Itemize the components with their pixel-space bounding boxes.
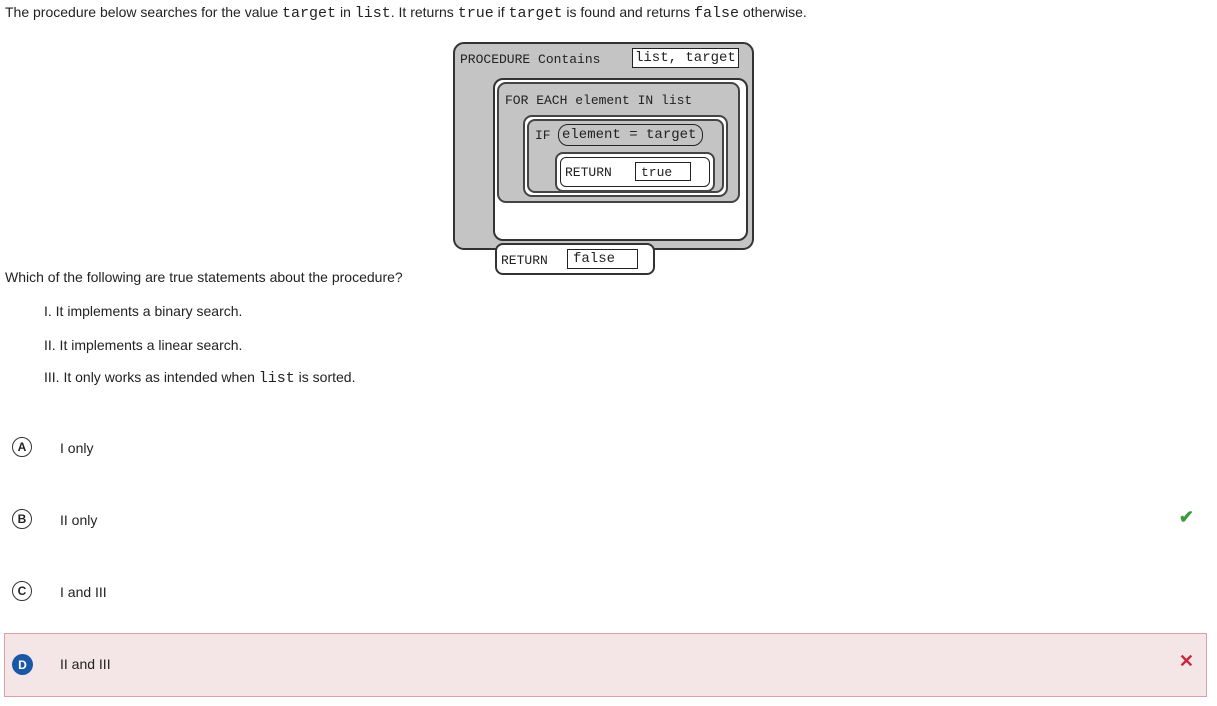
code-list: list bbox=[354, 5, 391, 22]
option-d[interactable]: D II and III ✕ bbox=[4, 633, 1207, 697]
for-each-block: FOR EACH element IN list IF element = ta… bbox=[497, 82, 740, 203]
incorrect-x-icon: ✕ bbox=[1178, 651, 1194, 671]
return-false-block: RETURN false bbox=[495, 243, 655, 275]
option-letter-badge: C bbox=[12, 581, 32, 601]
statement-text: III. It only works as intended when bbox=[44, 369, 259, 385]
question-prompt: Which of the following are true statemen… bbox=[5, 269, 403, 285]
option-text: II and III bbox=[60, 656, 111, 672]
for-body: IF element = target RETURN true bbox=[523, 115, 728, 197]
option-b[interactable]: B II only ✔ bbox=[4, 489, 1207, 553]
option-letter-badge: A bbox=[12, 437, 32, 457]
return-true-value: true bbox=[635, 162, 691, 181]
code-target: target bbox=[282, 5, 337, 22]
for-each-label: FOR EACH element IN list bbox=[505, 93, 693, 108]
intro-text: if bbox=[493, 4, 509, 20]
option-letter-badge: D bbox=[12, 654, 33, 675]
if-keyword: IF bbox=[535, 128, 551, 143]
return-true-block: RETURN true bbox=[560, 157, 710, 187]
intro-text: is found and returns bbox=[562, 4, 695, 20]
if-condition: element = target bbox=[558, 124, 704, 146]
procedure-body: FOR EACH element IN list IF element = ta… bbox=[493, 78, 748, 275]
option-text: I and III bbox=[60, 584, 107, 600]
intro-text: . It returns bbox=[390, 4, 458, 20]
return-keyword: RETURN bbox=[501, 253, 548, 268]
intro-text: The procedure below searches for the val… bbox=[5, 4, 283, 20]
code-true: true bbox=[457, 5, 494, 22]
question-intro: The procedure below searches for the val… bbox=[5, 4, 807, 22]
intro-text: otherwise. bbox=[739, 4, 807, 20]
procedure-name: PROCEDURE Contains bbox=[460, 52, 601, 67]
statement-text: is sorted. bbox=[294, 369, 356, 385]
statement-1: I. It implements a binary search. bbox=[44, 303, 243, 319]
return-false-value: false bbox=[567, 249, 638, 269]
return-keyword: RETURN bbox=[565, 165, 612, 180]
statement-3: III. It only works as intended when list… bbox=[44, 369, 356, 387]
statement-2: II. It implements a linear search. bbox=[44, 337, 243, 353]
option-text: I only bbox=[60, 440, 94, 456]
option-text: II only bbox=[60, 512, 98, 528]
option-letter-badge: B bbox=[12, 509, 32, 529]
intro-text: in bbox=[336, 4, 355, 20]
code-list: list bbox=[258, 370, 295, 387]
correct-check-icon: ✔ bbox=[1178, 507, 1194, 527]
procedure-block: PROCEDURE Contains list, target FOR EACH… bbox=[453, 42, 754, 275]
code-target: target bbox=[508, 5, 563, 22]
option-a[interactable]: A I only bbox=[4, 417, 1207, 481]
code-false: false bbox=[694, 5, 740, 22]
if-block: IF element = target RETURN true bbox=[527, 119, 724, 193]
option-c[interactable]: C I and III bbox=[4, 561, 1207, 625]
if-body: RETURN true bbox=[555, 152, 715, 192]
procedure-params: list, target bbox=[632, 48, 739, 68]
